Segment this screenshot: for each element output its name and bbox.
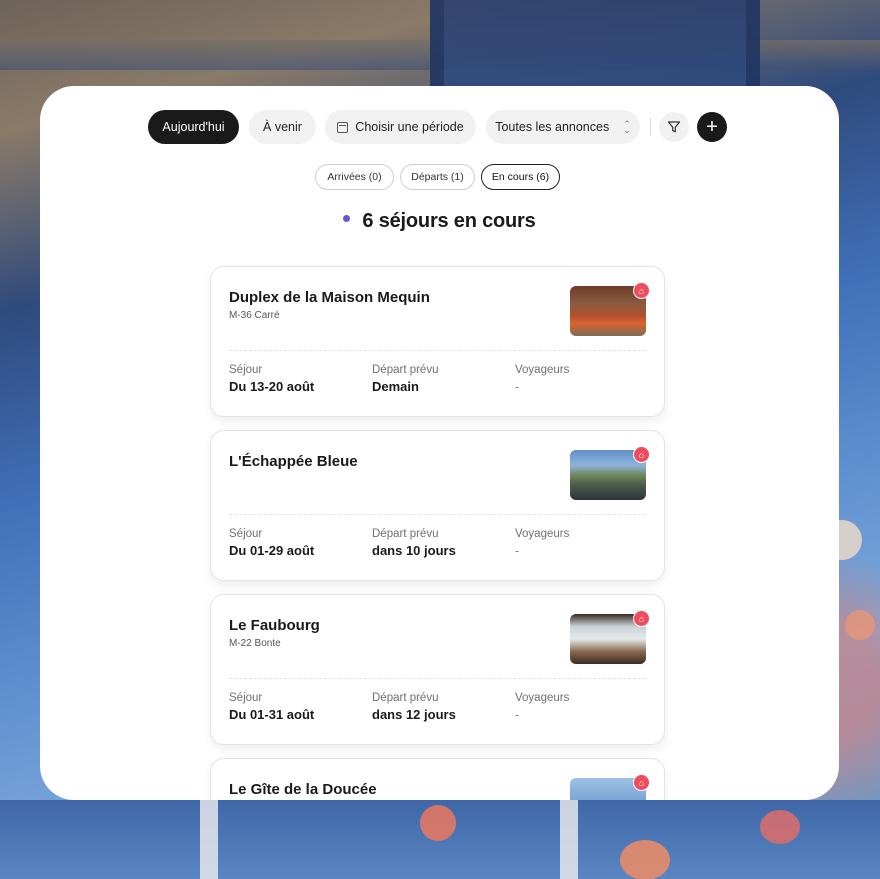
guests-column: Voyageurs -	[515, 692, 569, 722]
guests-column: Voyageurs -	[515, 364, 569, 394]
period-label: Choisir une période	[355, 120, 464, 134]
stay-value: Du 01-31 août	[229, 707, 315, 722]
card-title: L'Échappée Bleue	[229, 453, 358, 470]
departure-column: Départ prévu dans 12 jours	[372, 692, 456, 722]
card-subtitle: M-36 Carré	[229, 310, 280, 321]
guests-column: Voyageurs -	[515, 528, 569, 558]
stay-card[interactable]: Le Faubourg M-22 Bonte ⌂ Séjour Du 01-31…	[210, 594, 665, 745]
airbnb-icon: ⌂	[633, 282, 650, 299]
page-title-text: 6 séjours en cours	[362, 210, 536, 232]
card-title: Duplex de la Maison Mequin	[229, 289, 430, 306]
listings-label: Toutes les annonces	[495, 120, 610, 134]
filter-icon	[667, 121, 681, 133]
card-title: Le Faubourg	[229, 617, 320, 634]
background-window	[430, 0, 760, 90]
tab-arrivals[interactable]: Arrivées (0)	[315, 164, 394, 190]
stay-label: Séjour	[229, 364, 263, 376]
upcoming-label: À venir	[263, 120, 302, 134]
today-label: Aujourd'hui	[162, 120, 225, 134]
departure-column: Départ prévu dans 10 jours	[372, 528, 456, 558]
stay-card[interactable]: Duplex de la Maison Mequin M-36 Carré ⌂ …	[210, 266, 665, 417]
airbnb-icon: ⌂	[633, 610, 650, 627]
stay-column: Séjour Du 01-31 août	[229, 692, 314, 722]
tab-departures-label: Départs (1)	[411, 171, 464, 183]
background-flower	[845, 610, 875, 640]
background-flower	[620, 840, 670, 879]
card-title: Le Gîte de la Doucée	[229, 781, 377, 798]
page-title: 6 séjours en cours	[40, 210, 839, 233]
stay-label: Séjour	[229, 692, 263, 704]
plus-icon: +	[706, 116, 718, 138]
tab-departures[interactable]: Départs (1)	[400, 164, 475, 190]
departure-column: Départ prévu Demain	[372, 364, 438, 394]
stay-column: Séjour Du 01-29 août	[229, 528, 314, 558]
toolbar-divider	[650, 118, 651, 136]
upcoming-button[interactable]: À venir	[249, 110, 316, 144]
departure-label: Départ prévu	[372, 364, 439, 376]
card-divider	[229, 678, 646, 679]
airbnb-icon: ⌂	[633, 774, 650, 791]
today-button[interactable]: Aujourd'hui	[148, 110, 239, 144]
add-button[interactable]: +	[697, 112, 727, 142]
departure-value: Demain	[372, 379, 419, 394]
stay-column: Séjour Du 13-20 août	[229, 364, 314, 394]
background-flower	[760, 810, 800, 844]
departure-label: Départ prévu	[372, 692, 439, 704]
stay-card[interactable]: Le Gîte de la Doucée ⌂	[210, 758, 665, 800]
tab-arrivals-label: Arrivées (0)	[327, 171, 382, 183]
card-subtitle: M-22 Bonte	[229, 638, 281, 649]
toolbar: Aujourd'hui À venir Choisir une période …	[40, 110, 839, 144]
guests-label: Voyageurs	[515, 528, 570, 540]
guests-value: -	[515, 543, 520, 558]
tab-ongoing[interactable]: En cours (6)	[481, 164, 560, 190]
card-divider	[229, 350, 646, 351]
departure-value: dans 12 jours	[372, 707, 456, 722]
departure-value: dans 10 jours	[372, 543, 456, 558]
background-flower	[420, 805, 456, 841]
stay-value: Du 01-29 août	[229, 543, 315, 558]
listings-select[interactable]: Toutes les annonces ⌃ ⌄	[486, 110, 640, 144]
period-picker-button[interactable]: Choisir une période	[325, 110, 476, 144]
stay-value: Du 13-20 août	[229, 379, 315, 394]
guests-label: Voyageurs	[515, 692, 570, 704]
card-divider	[229, 514, 646, 515]
guests-label: Voyageurs	[515, 364, 570, 376]
status-dot-icon	[343, 215, 351, 223]
chevron-updown-icon: ⌃ ⌄	[623, 119, 631, 135]
calendar-icon	[337, 121, 349, 133]
guests-value: -	[515, 707, 520, 722]
main-panel: Aujourd'hui À venir Choisir une période …	[40, 86, 839, 800]
stay-label: Séjour	[229, 528, 263, 540]
airbnb-icon: ⌂	[633, 446, 650, 463]
guests-value: -	[515, 379, 520, 394]
filter-button[interactable]	[659, 112, 689, 142]
departure-label: Départ prévu	[372, 528, 439, 540]
tab-ongoing-label: En cours (6)	[491, 171, 550, 183]
stay-card[interactable]: L'Échappée Bleue ⌂ Séjour Du 01-29 août …	[210, 430, 665, 581]
